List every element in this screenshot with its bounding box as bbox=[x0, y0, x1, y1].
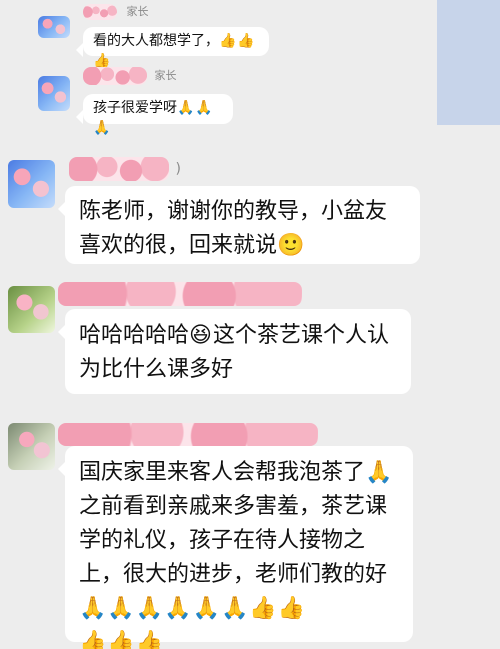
avatar bbox=[8, 286, 55, 333]
sender-name: ) bbox=[69, 157, 181, 181]
message-text-before: 哈哈哈哈哈 bbox=[79, 323, 190, 348]
avatar bbox=[8, 160, 55, 208]
sender-name: 家长 bbox=[83, 67, 177, 85]
background-panel bbox=[437, 0, 500, 125]
avatar bbox=[38, 16, 70, 38]
avatar bbox=[8, 423, 55, 470]
chat-screen: 家长 看的大人都想学了，👍👍👍 家长 孩子很爱学呀🙏🙏🙏 ) 陈老师，谢谢你的教… bbox=[0, 0, 500, 649]
avatar bbox=[38, 76, 70, 111]
message-bubble: 孩子很爱学呀🙏🙏🙏 bbox=[76, 94, 233, 136]
name-mask bbox=[83, 4, 117, 20]
message-text-continued: 之前看到亲戚来多害羞，茶艺课学的礼仪，孩子在待人接物之上，很大的进步，老师们教的… bbox=[79, 494, 388, 587]
role-tag: 家长 bbox=[154, 69, 177, 82]
laughing-emoji: 😆 bbox=[189, 323, 213, 348]
name-mask bbox=[83, 67, 147, 85]
message-text: 国庆家里来客人会帮我泡茶了 bbox=[79, 460, 366, 485]
name-mask bbox=[69, 157, 169, 181]
sender-name bbox=[58, 282, 302, 306]
praying-hands-emoji: 🙏 bbox=[365, 460, 394, 485]
message-bubble: 国庆家里来客人会帮我泡茶了🙏 之前看到亲戚来多害羞，茶艺课学的礼仪，孩子在待人接物… bbox=[58, 446, 413, 649]
name-suffix: ) bbox=[175, 161, 181, 177]
message-bubble: 看的大人都想学了，👍👍👍 bbox=[76, 27, 269, 69]
smile-emoji: 🙂 bbox=[277, 233, 306, 258]
praying-hands-thumbs-up-emoji: 🙏🙏🙏🙏🙏🙏👍👍 bbox=[79, 596, 307, 621]
message-text: 看的大人都想学了， bbox=[93, 33, 219, 49]
thumbs-up-emoji: 👍👍👍 bbox=[79, 630, 165, 649]
sender-name: 家长 bbox=[83, 3, 149, 20]
message-bubble: 哈哈哈哈哈😆这个茶艺课个人认为比什么课多好 bbox=[58, 309, 411, 394]
name-mask bbox=[58, 282, 302, 306]
message-bubble: 陈老师，谢谢你的教导，小盆友喜欢的很，回来就说🙂 bbox=[58, 186, 420, 264]
role-tag: 家长 bbox=[126, 5, 149, 18]
message-text: 孩子很爱学呀 bbox=[93, 100, 177, 116]
name-mask bbox=[58, 423, 318, 446]
message-text: 陈老师，谢谢你的教导，小盆友喜欢的很，回来就说 bbox=[79, 199, 388, 258]
sender-name bbox=[58, 423, 318, 446]
